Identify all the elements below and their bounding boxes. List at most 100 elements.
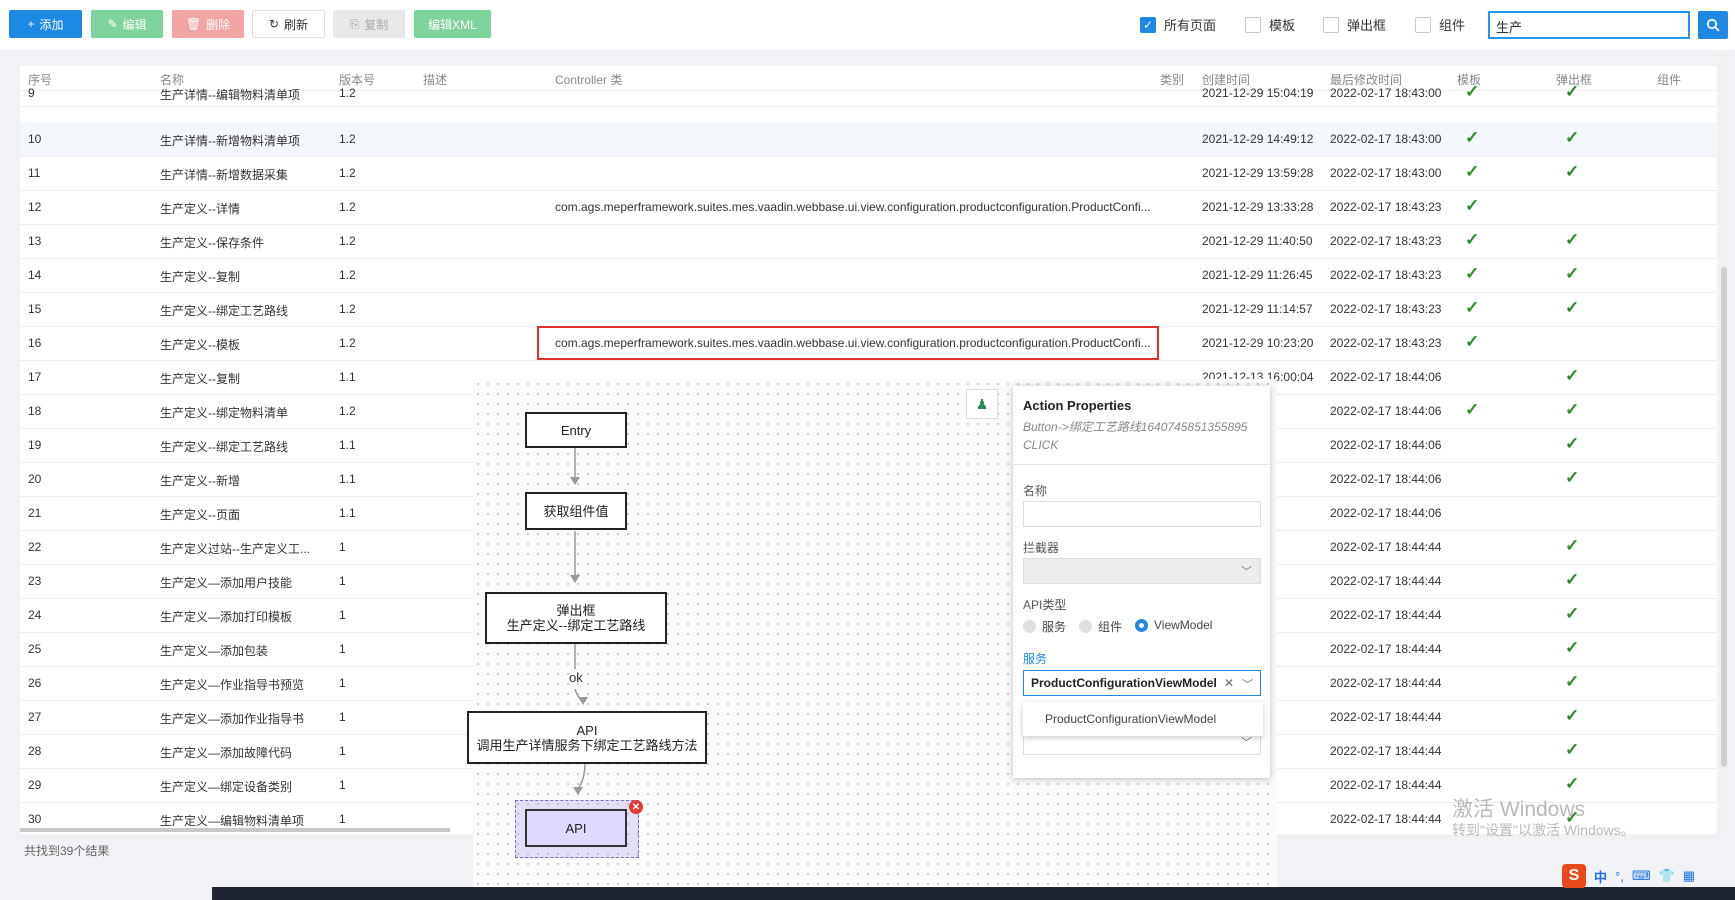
cell-created: 2021-12-29 13:59:28 (1202, 166, 1314, 180)
checkbox-icon[interactable] (1323, 16, 1339, 33)
table-row[interactable]: 9 生产详情--编辑物料清单项 1.2 2021-12-29 15:04:19 2022… (20, 82, 1717, 107)
checkbox-icon[interactable] (1415, 16, 1431, 33)
cell-created: 2021-12-29 14:49:12 (1202, 132, 1314, 146)
delete-node-icon[interactable]: ✕ (629, 800, 643, 814)
interceptor-label: 拦截器 (1023, 541, 1060, 555)
taskbar (212, 887, 1735, 900)
dropdown-option[interactable]: ProductConfigurationViewModel (1023, 702, 1263, 736)
table-row[interactable]: 12 生产定义--详情 1.2 com.ags.meperframework.suit… (20, 190, 1717, 225)
cell-version: 1.1 (339, 438, 356, 452)
col-component[interactable]: 组件 (1657, 71, 1681, 88)
edit-xml-button[interactable]: 编辑XML (414, 10, 491, 38)
cell-modified: 2022-02-17 18:44:44 (1330, 744, 1442, 758)
template-check-icon: ✓ (1465, 400, 1480, 419)
ime-mode[interactable]: 中 (1594, 867, 1607, 886)
table-row[interactable]: 11 生产详情--新增数据采集 1.2 2021-12-29 13:59:28 2022… (20, 156, 1717, 191)
divider (1013, 464, 1270, 465)
cell-no: 11 (28, 166, 41, 180)
radio-icon[interactable] (1079, 620, 1092, 633)
service-combobox[interactable]: ProductConfigurationViewModel ✕ ﹀ (1023, 670, 1261, 696)
trash-icon: 🗑 (185, 17, 202, 31)
table-row[interactable]: 14 生产定义--复制 1.2 2021-12-29 11:26:45 2022-02-… (20, 258, 1717, 293)
keyboard-icon[interactable]: ⌨ (1632, 868, 1651, 884)
filter-component[interactable]: 组件 (1415, 15, 1465, 34)
cell-created: 2021-12-29 11:40:50 (1202, 234, 1313, 248)
flow-node-get-value[interactable]: 获取组件值 (525, 492, 627, 530)
popup-check-icon: ✓ (1565, 400, 1580, 419)
table-row[interactable]: 15 生产定义--绑定工艺路线 1.2 2021-12-29 11:14:57 2022… (20, 292, 1717, 327)
search-button[interactable] (1698, 11, 1728, 39)
flow-node-api-selected[interactable]: API (525, 809, 627, 847)
cell-version: 1.1 (339, 370, 356, 384)
user-icon[interactable]: ♟ (966, 389, 998, 419)
service-label: 服务 (1023, 652, 1048, 666)
cell-version: 1 (339, 676, 346, 690)
cell-no: 25 (28, 642, 42, 656)
filter-template[interactable]: 模板 (1245, 15, 1295, 34)
copy-button[interactable]: ⎘ 复制 (333, 10, 405, 38)
edit-button[interactable]: ✎ 编辑 (91, 10, 163, 38)
flow-node-api[interactable]: API 调用生产详情服务下绑定工艺路线方法 (467, 711, 707, 764)
panel-subtitle: Button->绑定工艺路线1640745851355895 (1023, 420, 1248, 434)
popup-check-icon: ✓ (1565, 672, 1580, 691)
cell-modified: 2022-02-17 18:44:44 (1330, 608, 1442, 622)
grid-icon[interactable]: ▦ (1683, 868, 1695, 884)
cell-no: 13 (28, 234, 42, 248)
col-controller[interactable]: Controller 类 (555, 71, 622, 88)
table-row[interactable]: 13 生产定义--保存条件 1.2 2021-12-29 11:40:50 2022-0… (20, 224, 1717, 259)
col-description[interactable]: 描述 (423, 71, 447, 88)
cell-no: 21 (28, 506, 42, 520)
interceptor-select[interactable]: ﹀ (1023, 558, 1261, 584)
name-input[interactable] (1023, 501, 1261, 527)
popup-check-icon: ✓ (1565, 604, 1580, 623)
search-input[interactable]: 生产 (1488, 11, 1690, 39)
radio-service[interactable]: 服务 (1023, 618, 1066, 635)
cell-no: 17 (28, 370, 42, 384)
radio-icon[interactable] (1023, 620, 1036, 633)
flow-node-entry-label: Entry (560, 422, 592, 438)
add-button[interactable]: + 添加 (9, 10, 82, 38)
vertical-scrollbar[interactable] (1720, 52, 1728, 832)
chevron-down-icon[interactable]: ﹀ (1242, 676, 1253, 692)
cell-no: 19 (28, 438, 42, 452)
filter-all-pages[interactable]: ✓ 所有页面 (1140, 15, 1216, 34)
template-check-icon: ✓ (1465, 196, 1480, 215)
col-category[interactable]: 类别 (1160, 71, 1184, 88)
cell-version: 1.2 (339, 302, 356, 316)
cell-version: 1 (339, 574, 346, 588)
cell-version: 1.2 (339, 132, 356, 146)
radio-component-label: 组件 (1098, 620, 1123, 634)
flow-node-popup[interactable]: 弹出框 生产定义--绑定工艺路线 (485, 592, 667, 644)
sogou-ime-icon[interactable]: S (1562, 864, 1586, 888)
filter-popup[interactable]: 弹出框 (1323, 15, 1386, 34)
flow-node-get-value-label: 获取组件值 (543, 503, 609, 519)
shirt-icon[interactable]: 👕 (1659, 868, 1675, 884)
cell-version: 1 (339, 812, 346, 826)
service-value: ProductConfigurationViewModel (1031, 676, 1217, 690)
cell-version: 1 (339, 710, 346, 724)
radio-selected-icon[interactable] (1135, 618, 1148, 632)
cell-no: 16 (28, 336, 42, 350)
popup-check-icon: ✓ (1565, 706, 1580, 725)
cell-name: 生产详情--新增数据采集 (160, 168, 288, 182)
flow-node-entry[interactable]: Entry (525, 412, 627, 448)
scroll-thumb[interactable] (1721, 267, 1727, 767)
refresh-button[interactable]: ↻ 刷新 (252, 10, 325, 38)
radio-component[interactable]: 组件 (1079, 618, 1122, 635)
flow-node-popup-name: 生产定义--绑定工艺路线 (506, 618, 646, 633)
checkbox-icon[interactable] (1245, 16, 1261, 33)
cell-no: 22 (28, 540, 42, 554)
horizontal-scrollbar[interactable] (20, 828, 450, 832)
cell-modified: 2022-02-17 18:43:23 (1330, 200, 1442, 214)
punctuation-icon[interactable]: °, (1615, 869, 1624, 884)
radio-viewmodel[interactable]: ViewModel (1135, 618, 1212, 632)
clear-icon[interactable]: ✕ (1224, 676, 1234, 690)
table-row[interactable]: 10 生产详情--新增物料清单项 1.2 2021-12-29 14:49:12 202… (20, 122, 1717, 157)
delete-button[interactable]: 🗑 删除 (172, 10, 244, 38)
cell-created: 2021-12-29 11:26:45 (1202, 268, 1313, 282)
flow-node-api-title: API (576, 722, 598, 738)
checkbox-checked-icon[interactable]: ✓ (1140, 16, 1156, 33)
api-type-label: API类型 (1023, 598, 1067, 612)
cell-name: 生产定义--绑定工艺路线 (160, 304, 288, 318)
cell-no: 28 (28, 744, 42, 758)
